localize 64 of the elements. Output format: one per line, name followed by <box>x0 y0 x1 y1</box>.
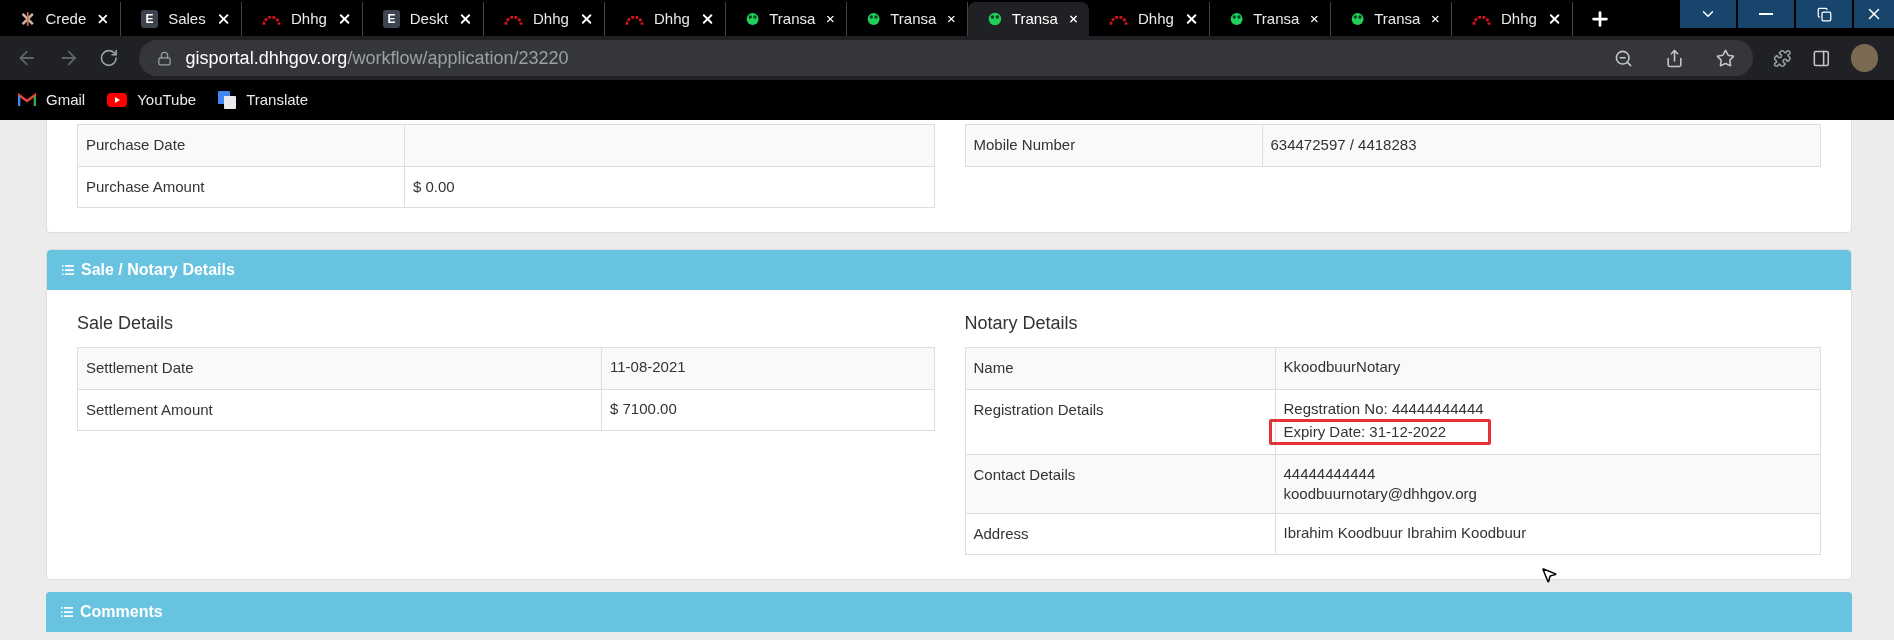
bookmark[interactable]: YouTube <box>107 88 197 112</box>
table-cell-text: Regstration No: 44444444444 <box>1283 398 1484 419</box>
tab-title: Dhhg <box>532 8 569 29</box>
side-panel-icon[interactable] <box>1812 48 1831 68</box>
table-cell: Purchase Date <box>77 124 405 166</box>
table-cell: Registration Details <box>965 389 1275 454</box>
table-cell: Contact Details <box>965 454 1275 513</box>
table-cell-text: $ 7100.00 <box>610 398 677 419</box>
table-cell-text: koodbuurnotary@dhhgov.org <box>1283 483 1477 504</box>
table-cell: Address <box>965 513 1275 555</box>
new-tab-icon[interactable] <box>1589 8 1611 30</box>
restore-button[interactable] <box>1796 0 1852 28</box>
section-title: Sale Details <box>77 312 175 335</box>
letter-icon: E <box>141 10 159 28</box>
url-text: gisportal.dhhgov.org/workflow/application/23220 <box>185 46 569 70</box>
address-bar[interactable]: gisportal.dhhgov.org/workflow/application/23220 <box>138 40 1754 76</box>
bookmark[interactable]: Translate <box>218 88 309 112</box>
bookmark[interactable]: Gmail <box>18 88 86 112</box>
section-title: Notary Details <box>964 312 1079 335</box>
close-button[interactable] <box>1854 0 1894 28</box>
table-cell-text: $ 0.00 <box>413 177 455 195</box>
table-cell-text: Ibrahim Koodbuur Ibrahim Koodbuur <box>1283 522 1527 543</box>
browser-tab[interactable]: Transa <box>968 2 1089 36</box>
tab-title: Deskt <box>409 8 449 29</box>
reload-icon[interactable] <box>99 48 119 68</box>
table-cell: Mobile Number <box>965 124 1262 166</box>
extensions-icon[interactable] <box>1773 48 1792 68</box>
tab-title: Sales <box>168 8 206 29</box>
tab-title: Dhhg <box>290 8 327 29</box>
table-cell-text: 634472597 / 4418283 <box>1270 136 1417 153</box>
tab-title: Dhhg <box>1137 8 1174 29</box>
minimize-icon <box>1759 13 1773 15</box>
tab-title: Transa <box>890 8 937 29</box>
table-cell: Purchase Amount <box>77 166 405 208</box>
table-cell-text: 11-08-2021 <box>610 357 686 377</box>
tab-title: Transa <box>1253 8 1300 29</box>
panel-title: Sale / Notary Details <box>81 260 235 280</box>
share-icon[interactable] <box>1665 48 1685 68</box>
table-cell-text: 44444444444 <box>1283 463 1376 484</box>
tab-title: Transa <box>1374 8 1421 29</box>
highlighted-text: Expiry Date: 31-12-2022 <box>1268 418 1492 445</box>
bookmark-star-icon[interactable] <box>1716 48 1736 68</box>
mail-icon <box>18 93 36 107</box>
pinwheel-icon <box>20 10 36 28</box>
list-icon <box>60 605 74 619</box>
close-icon[interactable] <box>458 11 473 27</box>
tab-title: Crede <box>45 8 87 29</box>
table-cell: Settlement Amount <box>77 389 602 431</box>
tab-title: Dhhg <box>1500 8 1537 29</box>
tab-title: Transa <box>1011 8 1058 29</box>
restore-icon <box>1816 6 1832 22</box>
tab-title: Dhhg <box>653 8 690 29</box>
play-icon <box>107 93 128 107</box>
letter-icon: E <box>383 10 400 28</box>
table-cell: Name <box>965 347 1275 389</box>
panel-title: Comments <box>80 602 163 622</box>
zoom-out-icon[interactable] <box>1614 48 1634 68</box>
avatar[interactable] <box>1850 44 1878 72</box>
tab-title: Transa <box>769 8 816 29</box>
table-cell: Settlement Date <box>77 347 602 389</box>
list-icon <box>61 263 75 277</box>
table-cell-text: KkoodbuurNotary <box>1283 357 1401 377</box>
lock-icon <box>156 50 172 66</box>
translate-icon <box>218 91 237 109</box>
